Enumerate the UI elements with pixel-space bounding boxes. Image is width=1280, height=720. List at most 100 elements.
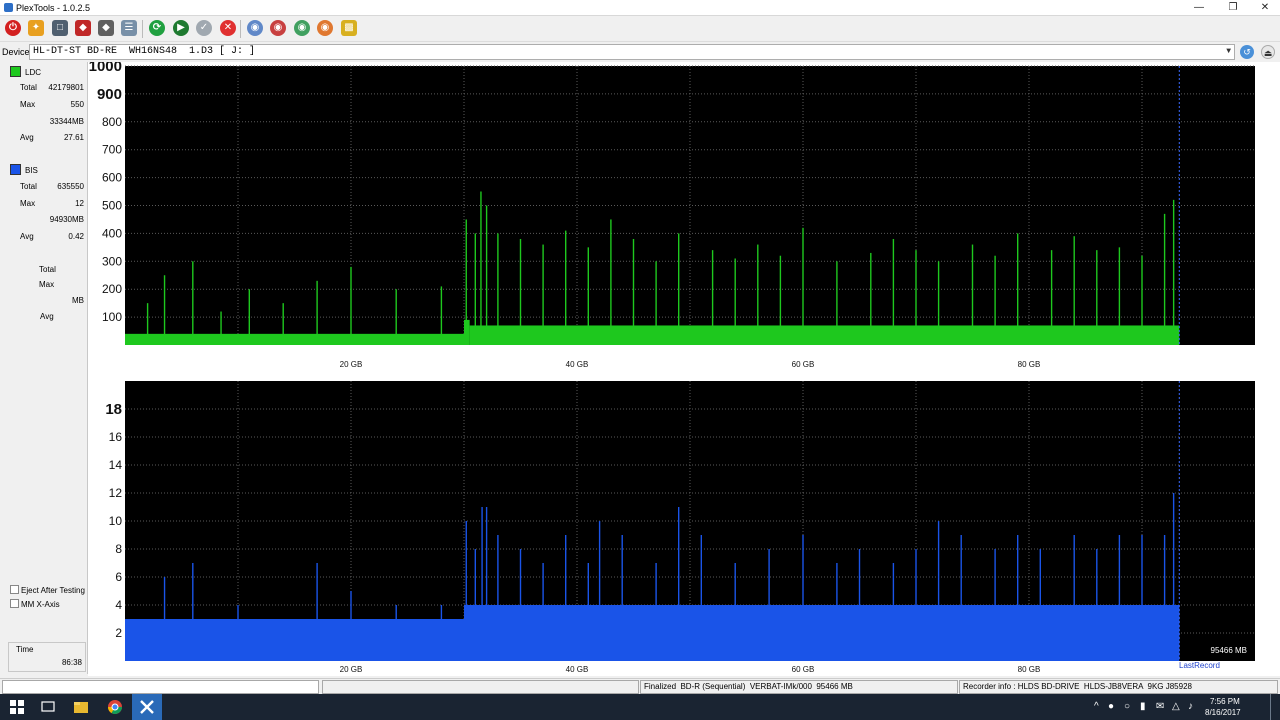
chrome-icon[interactable] bbox=[106, 698, 124, 716]
x-tick-label: 20 GB bbox=[340, 665, 363, 674]
tray-wifi-icon[interactable]: △ bbox=[1172, 701, 1180, 712]
bis-avg-label: Avg bbox=[20, 232, 34, 241]
ldc-max-value: 550 bbox=[70, 100, 84, 109]
taskbar-date[interactable]: 8/16/2017 bbox=[1205, 708, 1241, 717]
y-tick-label: 6 bbox=[115, 570, 122, 584]
disc-info-icon[interactable]: ◉ bbox=[247, 20, 263, 36]
tray-volume-icon[interactable]: ♪ bbox=[1188, 701, 1193, 712]
tray-battery-icon[interactable]: ▮ bbox=[1140, 701, 1146, 712]
title-bar: PlexTools - 1.0.2.5 — ❐ ✕ bbox=[0, 0, 1280, 16]
charts-area: 100 200 300 400 500 600 700 800 900 1000 20 GB 40 G… bbox=[88, 58, 1280, 676]
chevron-down-icon[interactable]: ▼ bbox=[1226, 45, 1231, 59]
x-tick-label: 40 GB bbox=[566, 360, 589, 369]
y-tick-label: 18 bbox=[105, 401, 122, 418]
y-tick-label: 8 bbox=[115, 542, 122, 556]
last-record-label: LastRecord bbox=[1179, 661, 1220, 670]
back-icon[interactable]: ↺ bbox=[1240, 45, 1254, 59]
bis-total-value: 635550 bbox=[57, 182, 84, 191]
mm-x-axis-checkbox[interactable] bbox=[10, 599, 19, 608]
close-button[interactable]: ✕ bbox=[1248, 0, 1280, 15]
tray-network-icon[interactable]: ● bbox=[1108, 701, 1114, 712]
chart-icon[interactable]: ▩ bbox=[341, 20, 357, 36]
chart-bis: 2 4 6 8 10 12 14 16 18 20 GB 40 GB 60 GB 80 GB 95466 … bbox=[105, 381, 1255, 674]
data-fill bbox=[125, 619, 464, 661]
third-avg-label: Avg bbox=[40, 312, 54, 321]
window-title: PlexTools - 1.0.2.5 bbox=[16, 3, 91, 13]
disc-export-icon[interactable]: ◉ bbox=[294, 20, 310, 36]
taskbar: ^ ● ○ ▮ ✉ △ ♪ 7:56 PM 8/16/2017 bbox=[0, 694, 1280, 720]
y-tick-label: 1000 bbox=[89, 62, 122, 75]
y-tick-label: 300 bbox=[102, 254, 122, 268]
bis-max-value: 12 bbox=[75, 199, 84, 208]
restore-button[interactable]: ❐ bbox=[1216, 0, 1250, 15]
tray-sync-icon[interactable]: ○ bbox=[1124, 701, 1130, 712]
status-bar: Finalized BD-R (Sequential) VERBAT-IMk/0… bbox=[0, 678, 1280, 694]
x-tick-label: 80 GB bbox=[1018, 665, 1041, 674]
toolbar: ⏻ ✦ □ ◆ ◆ ☰ ⟳ ▶ ✓ ✕ ◉ ◉ ◉ ◉ ▩ bbox=[0, 16, 1280, 42]
disc-gray-icon[interactable]: ◆ bbox=[98, 20, 114, 36]
tray-chevron-up-icon[interactable]: ^ bbox=[1094, 701, 1099, 712]
eject-icon[interactable]: ⏏ bbox=[1261, 45, 1275, 59]
x-tick-label: 80 GB bbox=[1018, 360, 1041, 369]
bis-color-swatch[interactable] bbox=[10, 164, 21, 175]
bis-max-label: Max bbox=[20, 199, 36, 208]
x-tick-label: 20 GB bbox=[340, 360, 363, 369]
y-tick-label: 200 bbox=[102, 282, 122, 296]
y-tick-label: 700 bbox=[102, 143, 122, 157]
ldc-max-label: Max bbox=[20, 100, 36, 109]
data-fill bbox=[464, 605, 1180, 661]
ldc-avg-label: Avg bbox=[20, 133, 34, 142]
third-total-label: Total bbox=[39, 265, 56, 274]
ldc-total-label: Total bbox=[20, 83, 37, 92]
refresh-icon[interactable]: ⟳ bbox=[149, 20, 165, 36]
ldc-size-value: 33344MB bbox=[49, 117, 84, 126]
disc-tools-icon[interactable]: ◉ bbox=[317, 20, 333, 36]
minimize-button[interactable]: — bbox=[1182, 0, 1216, 15]
disc-stack-icon[interactable]: ☰ bbox=[121, 20, 137, 36]
plextools-icon bbox=[140, 700, 154, 714]
y-tick-label: 100 bbox=[102, 310, 122, 324]
plextools-taskbar-button[interactable] bbox=[132, 694, 162, 720]
bis-total-label: Total bbox=[20, 182, 37, 191]
tray-mail-icon[interactable]: ✉ bbox=[1156, 701, 1164, 712]
windows-start-icon[interactable] bbox=[8, 698, 26, 716]
y-tick-label: 800 bbox=[102, 115, 122, 129]
device-select[interactable]: HL-DT-ST BD-RE WH16NS48 1.D3 [ J: ] ▼ bbox=[29, 44, 1235, 60]
y-tick-label: 500 bbox=[102, 199, 122, 213]
taskbar-time[interactable]: 7:56 PM bbox=[1210, 697, 1240, 706]
stop-icon[interactable]: ✕ bbox=[220, 20, 236, 36]
show-desktop-button[interactable] bbox=[1270, 694, 1271, 720]
task-view-icon[interactable] bbox=[39, 698, 57, 716]
power-icon[interactable]: ⏻ bbox=[5, 20, 21, 36]
y-tick-label: 600 bbox=[102, 171, 122, 185]
app-icon bbox=[4, 3, 13, 12]
y-tick-label: 12 bbox=[109, 486, 123, 500]
disc-red-icon[interactable]: ◆ bbox=[75, 20, 91, 36]
data-fill bbox=[469, 325, 1180, 345]
y-tick-label: 2 bbox=[115, 626, 122, 640]
disc-info-box: Finalized BD-R (Sequential) VERBAT-IMk/0… bbox=[640, 680, 958, 694]
data-fill bbox=[125, 333, 464, 345]
y-tick-label: 400 bbox=[102, 226, 122, 240]
file-explorer-icon[interactable] bbox=[72, 698, 90, 716]
ldc-avg-value: 27.61 bbox=[63, 133, 84, 142]
wand-icon[interactable]: ✦ bbox=[28, 20, 44, 36]
drive-icon[interactable]: □ bbox=[52, 20, 68, 36]
disc-info-text: Finalized BD-R (Sequential) VERBAT-IMk/0… bbox=[644, 682, 853, 691]
start-test-icon[interactable]: ▶ bbox=[173, 20, 189, 36]
time-label: Time bbox=[16, 645, 34, 654]
y-tick-label: 10 bbox=[109, 514, 123, 528]
capacity-annotation: 95466 MB bbox=[1211, 646, 1247, 655]
ldc-color-swatch[interactable] bbox=[10, 66, 21, 77]
time-box: Time 86:38 bbox=[8, 642, 86, 672]
third-mb-label: MB bbox=[72, 296, 84, 305]
x-tick-label: 60 GB bbox=[792, 360, 815, 369]
options-icon[interactable]: ✓ bbox=[196, 20, 212, 36]
recorder-info-box: Recorder info : HLDS BD-DRIVE HLDS-JB8VE… bbox=[959, 680, 1278, 694]
disc-scan-icon[interactable]: ◉ bbox=[270, 20, 286, 36]
time-value: 86:38 bbox=[61, 658, 82, 667]
device-label: Device: bbox=[2, 47, 33, 57]
eject-after-testing-checkbox[interactable] bbox=[10, 585, 19, 594]
y-tick-label: 16 bbox=[109, 430, 123, 444]
status-message-box bbox=[322, 680, 639, 694]
